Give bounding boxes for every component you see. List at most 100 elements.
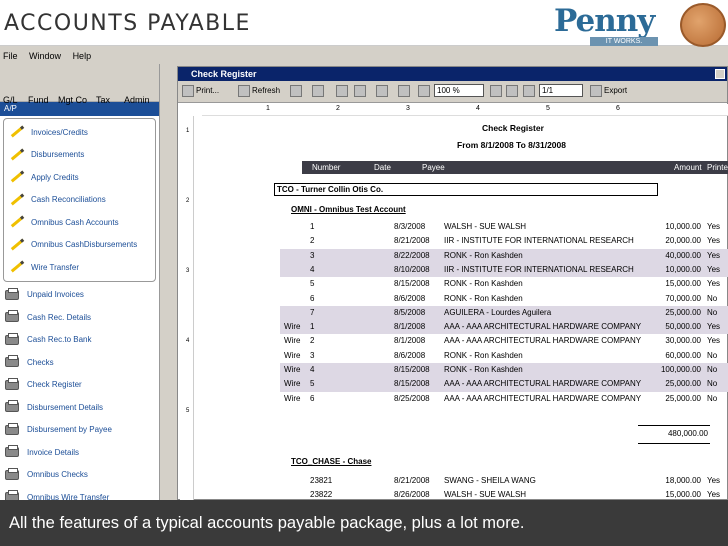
company-group-label: TCO - Turner Collin Otis Co. — [277, 185, 384, 194]
nav-omnibus-checks[interactable]: Omnibus Checks — [0, 464, 159, 487]
table-row: Wire 1 8/1/2008 AAA - AAA ARCHITECTURAL HAR… — [280, 320, 728, 335]
cell-printed: No — [707, 350, 718, 360]
zoom-select[interactable]: 100 % — [434, 84, 484, 97]
prev-page-icon[interactable] — [490, 85, 502, 97]
table-row: Wire 6 8/25/2008 AAA - AAA ARCHITECTURAL HA… — [280, 392, 728, 406]
cell-number: 2 — [310, 336, 315, 346]
group-tree-icon[interactable] — [312, 85, 324, 97]
table-row: Wire 4 8/15/2008 RONK - Ron Kashden 100,000.… — [280, 363, 728, 378]
cell-payee: AAA - AAA ARCHITECTURAL HARDWARE COMPANY — [444, 322, 642, 332]
close-icon[interactable] — [715, 69, 725, 79]
cell-amount: 25,000.00 — [665, 307, 701, 317]
cell-printed: Yes — [707, 222, 721, 231]
cell-payee: RONK - Ron Kashden — [444, 350, 523, 360]
back-icon[interactable] — [506, 85, 518, 97]
ruler-tick: 1 — [266, 105, 270, 112]
cell-date: 8/25/2008 — [394, 393, 430, 403]
pencil-icon — [8, 260, 25, 274]
check-register-window: Check Register Print... Refresh 100 % 1/… — [177, 66, 728, 501]
pencil-icon — [8, 215, 25, 229]
nav-wire-transfer[interactable]: Wire Transfer — [4, 256, 155, 279]
nav-omnibus-cash-accounts[interactable]: Omnibus Cash Accounts — [4, 211, 155, 234]
menu-help[interactable]: Help — [73, 51, 92, 61]
column-header-bar: Number Date Payee Amount Printe — [302, 161, 728, 174]
pencil-icon — [8, 170, 25, 184]
cell-date: 8/21/2008 — [394, 236, 430, 246]
cell-amount: 15,000.00 — [665, 279, 701, 289]
tab-mgt-co[interactable]: Mgt Co — [58, 95, 87, 105]
account-total: 480,000.00 — [667, 429, 708, 438]
nav-check-register[interactable]: Check Register — [0, 374, 159, 397]
slide-title: ACCOUNTS PAYABLE — [4, 11, 251, 36]
cell-amount: 10,000.00 — [665, 264, 701, 274]
cell-date: 8/3/2008 — [394, 222, 426, 231]
ruler-tick: 5 — [546, 105, 550, 112]
cell-number: 4 — [310, 365, 315, 374]
export-tree-icon[interactable] — [290, 85, 302, 97]
nav-invoices-credits[interactable]: Invoices/Credits — [4, 121, 155, 144]
nav-disbursement-by-payee[interactable]: Disbursement by Payee — [0, 419, 159, 442]
cell-date: 8/1/2008 — [394, 322, 426, 332]
toggle-icon[interactable] — [398, 85, 410, 97]
cell-number: 3 — [310, 250, 315, 260]
refresh-button[interactable]: Refresh — [252, 86, 280, 95]
menu-bar: File Window Help — [0, 48, 728, 64]
tab-fund[interactable]: Fund — [28, 95, 49, 105]
page-number-input[interactable]: 1/1 — [539, 84, 583, 97]
print-icon — [182, 85, 194, 97]
tab-gl[interactable]: G/L — [3, 95, 18, 105]
left-navigation-pane: G/L Fund Mgt Co Tax Admin A/P Invoices/C… — [0, 64, 160, 503]
print-button[interactable]: Print... — [196, 86, 219, 95]
nav-disbursement-details[interactable]: Disbursement Details — [0, 396, 159, 419]
nav-invoice-details[interactable]: Invoice Details — [0, 441, 159, 464]
cell-amount: 25,000.00 — [665, 379, 701, 389]
tab-admin[interactable]: Admin — [124, 95, 150, 105]
ap-transactions-box: Invoices/Credits Disbursements Apply Cre… — [3, 118, 156, 282]
nav-omnibus-cash-disbursements[interactable]: Omnibus CashDisbursements — [4, 234, 155, 257]
cell-payee: AGUILERA - Lourdes Aguilera — [444, 307, 552, 317]
nav-cash-rec-details[interactable]: Cash Rec. Details — [0, 306, 159, 329]
cell-number: 6 — [310, 393, 315, 403]
cell-type: Wire — [284, 350, 301, 360]
copy-icon[interactable] — [336, 85, 348, 97]
menu-file[interactable]: File — [3, 51, 18, 61]
cell-amount: 25,000.00 — [665, 393, 701, 403]
col-amount: Amount — [674, 163, 702, 172]
cell-date: 8/5/2008 — [394, 307, 426, 317]
nav-cash-rec-to-bank[interactable]: Cash Rec.to Bank — [0, 329, 159, 352]
cell-amount: 10,000.00 — [665, 222, 701, 231]
logo-text: Penny — [554, 3, 655, 39]
vertical-ruler: 1 2 3 4 5 — [180, 116, 194, 501]
export-button[interactable]: Export — [604, 86, 627, 95]
tab-tax[interactable]: Tax — [96, 95, 110, 105]
account-header-chase: TCO_CHASE - Chase — [291, 457, 372, 466]
cell-date: 8/22/2008 — [394, 250, 430, 260]
cell-payee: AAA - AAA ARCHITECTURAL HARDWARE COMPANY — [444, 393, 642, 403]
next-page-icon[interactable] — [523, 85, 535, 97]
cell-number: 7 — [310, 307, 315, 317]
table-row: Wire 2 8/1/2008 AAA - AAA ARCHITECTURAL HAR… — [280, 334, 728, 348]
cell-type: Wire — [284, 322, 301, 332]
first-page-icon[interactable] — [354, 85, 366, 97]
col-printed: Printe — [707, 163, 728, 172]
cell-number: 23821 — [310, 476, 333, 485]
zoom-icon[interactable] — [418, 85, 430, 97]
col-date: Date — [374, 163, 391, 172]
ruler-tick: 1 — [186, 128, 190, 134]
search-icon[interactable] — [376, 85, 388, 97]
nav-unpaid-invoices[interactable]: Unpaid Invoices — [0, 284, 159, 307]
cell-date: 8/1/2008 — [394, 336, 426, 346]
report-date-range: From 8/1/2008 To 8/31/2008 — [457, 140, 566, 150]
cell-type: Wire — [284, 379, 301, 389]
table-row: 7 8/5/2008 AGUILERA - Lourdes Aguilera 25,0… — [280, 305, 728, 321]
nav-apply-credits[interactable]: Apply Credits — [4, 166, 155, 189]
cell-payee: IIR - INSTITUTE FOR INTERNATIONAL RESEAR… — [444, 236, 634, 246]
account-header-omni: OMNI - Omnibus Test Account — [291, 205, 406, 214]
nav-cash-reconciliations[interactable]: Cash Reconciliations — [4, 189, 155, 212]
nav-checks[interactable]: Checks — [0, 351, 159, 374]
pencil-icon — [8, 238, 25, 252]
nav-disbursements[interactable]: Disbursements — [4, 144, 155, 167]
menu-window[interactable]: Window — [29, 51, 61, 61]
printer-icon — [4, 310, 20, 324]
cell-number: 6 — [310, 293, 315, 303]
